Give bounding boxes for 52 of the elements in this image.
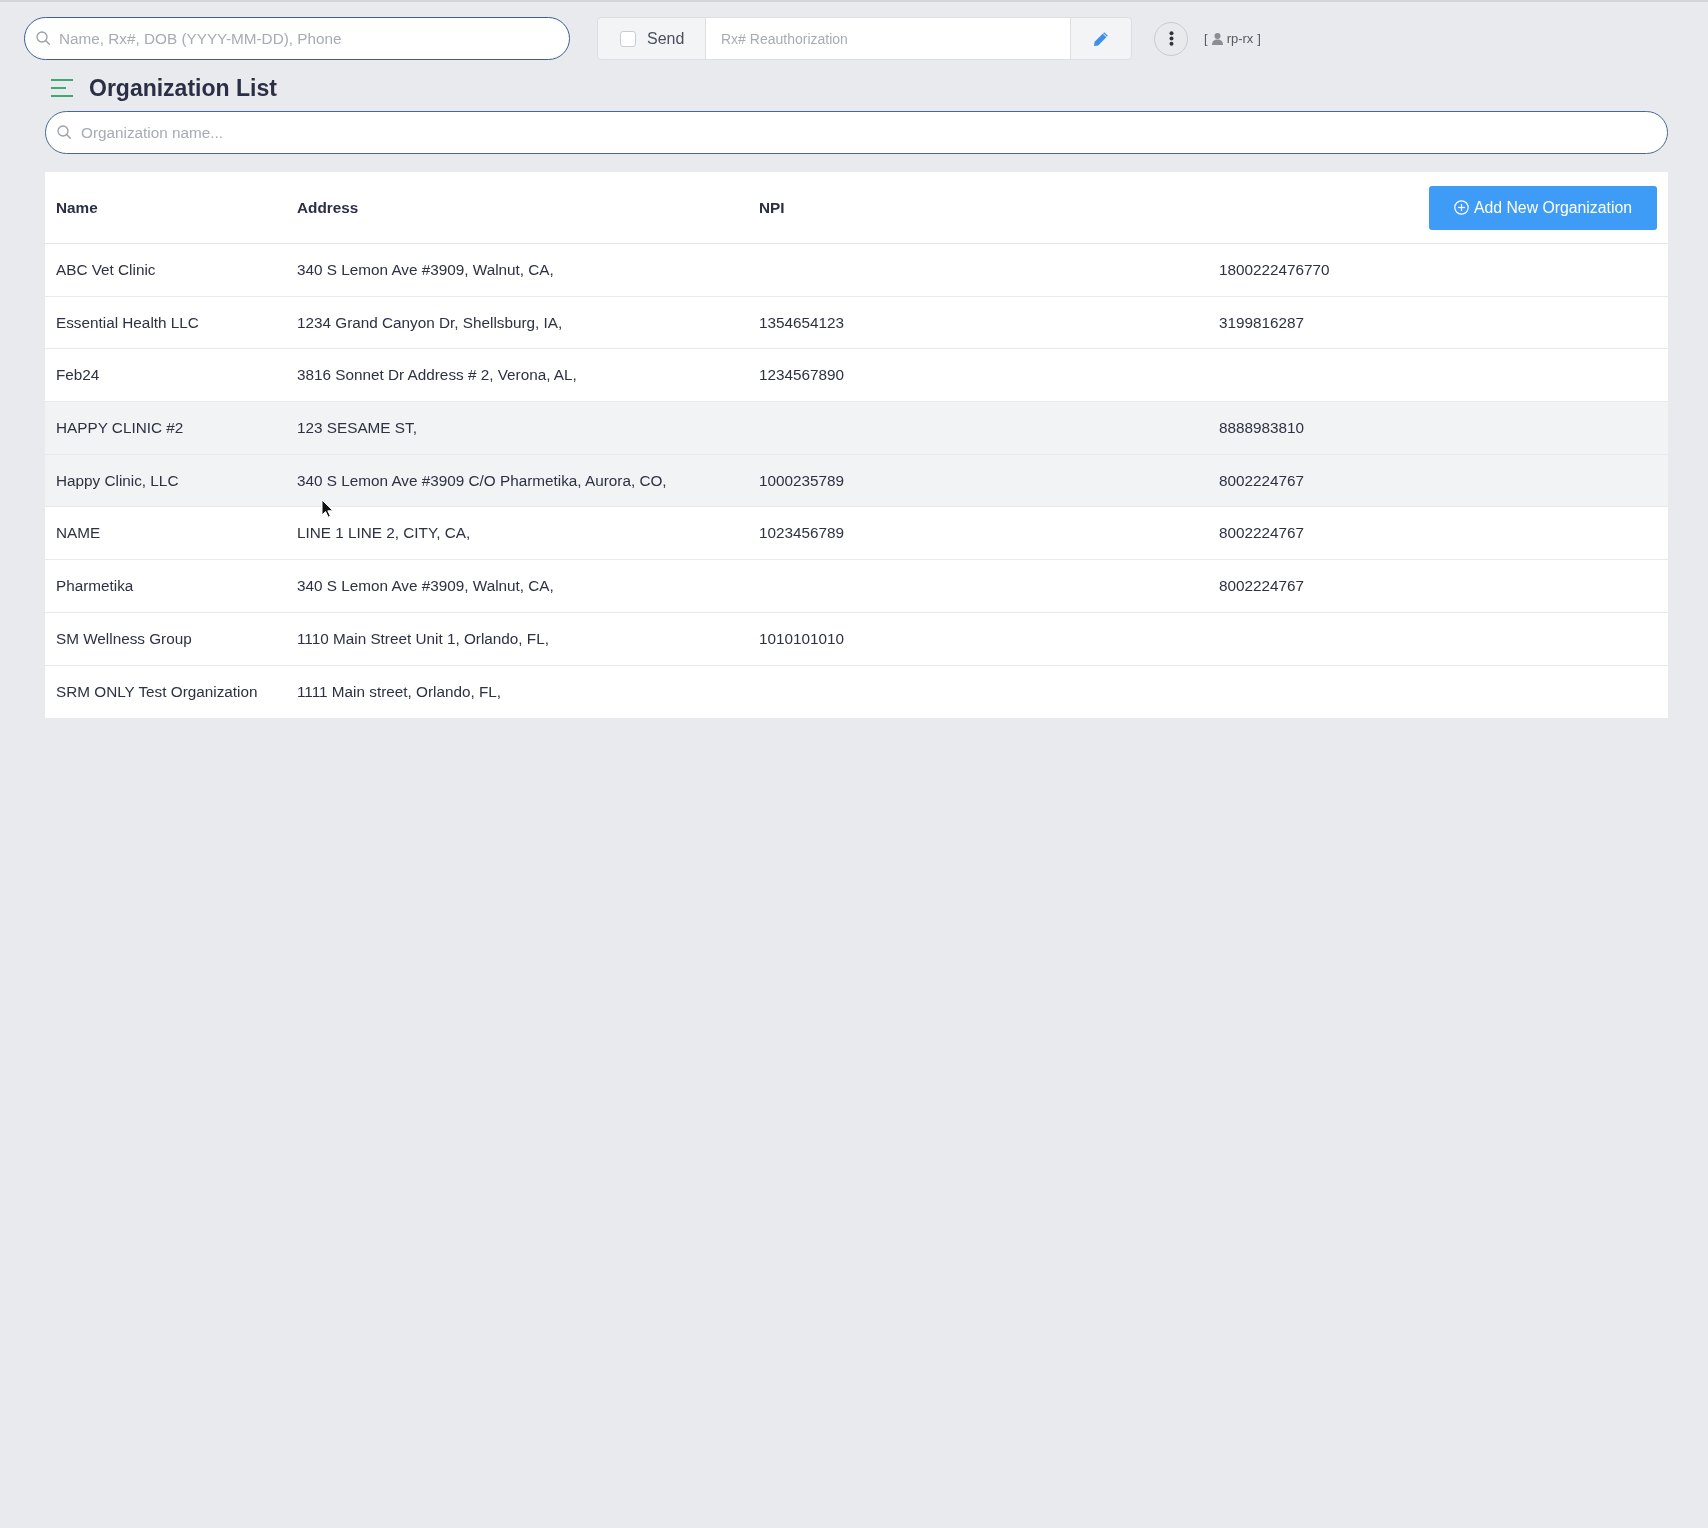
- column-header: NPI: [758, 198, 785, 217]
- username: rp-rx: [1226, 31, 1254, 46]
- search-icon: [57, 125, 71, 139]
- table-cell-text: 3199816287: [1218, 313, 1305, 332]
- pencil-icon: [1093, 30, 1109, 47]
- table-cell-text: 1800222476770: [1218, 260, 1330, 279]
- table-cell-text: 1234567890: [758, 366, 845, 385]
- table-cell-text: HAPPY CLINIC #2: [55, 418, 184, 437]
- table-cell-text: LINE 1 LINE 2, CITY, CA,: [296, 524, 471, 543]
- search-field[interactable]: Organization name...: [45, 111, 1668, 154]
- table-cell-text: Happy Clinic, LLC: [55, 471, 179, 490]
- search-icon: [36, 31, 50, 45]
- table-cell-text: 1110 Main Street Unit 1, Orlando, FL,: [296, 629, 549, 648]
- table-cell-text: NAME: [55, 524, 101, 543]
- edit-button[interactable]: [1070, 17, 1132, 60]
- menu-icon[interactable]: [51, 79, 73, 97]
- table-cell-text: Essential Health LLC: [55, 313, 199, 332]
- table-cell-text: ABC Vet Clinic: [55, 260, 156, 279]
- table-cell-text: 123 SESAME ST,: [296, 418, 417, 437]
- table-cell-text: 340 S Lemon Ave #3909, Walnut, CA,: [296, 260, 554, 279]
- table-cell-text: 1000235789: [758, 471, 845, 490]
- plus-circle-icon: [1453, 200, 1469, 215]
- table-cell-text: 1010101010: [758, 629, 845, 648]
- table-cell-text: 1234 Grand Canyon Dr, Shellsburg, IA,: [296, 313, 563, 332]
- table-cell-text: SM Wellness Group: [55, 629, 192, 648]
- person-icon: [1211, 32, 1223, 45]
- page-title: Organization List: [89, 74, 277, 102]
- table-row[interactable]: Happy Clinic, LLC 340 S Lemon Ave #3909 C/O Pharmetika, Aurora, CO, 1000235789 8002224767: [45, 454, 1668, 508]
- table-cell-text: 1023456789: [758, 524, 845, 543]
- table-cell-text: 8002224767: [1218, 524, 1305, 543]
- table-cell-text: 8002224767: [1218, 576, 1305, 595]
- table-cell-text: 8888983810: [1218, 418, 1305, 437]
- bracket-text: [: [1204, 31, 1208, 46]
- bracket-text: ]: [1257, 31, 1261, 46]
- table-cell-text: 3816 Sonnet Dr Address # 2, Verona, AL,: [296, 366, 577, 385]
- table-cell-text: 8002224767: [1218, 471, 1305, 490]
- vertical-dots-icon: [1168, 31, 1174, 46]
- table-cell-text: Feb24: [55, 366, 100, 385]
- table-row[interactable]: HAPPY CLINIC #2 123 SESAME ST, 8888983810: [45, 402, 1668, 455]
- table-cell-text: 1111 Main street, Orlando, FL,: [296, 682, 502, 701]
- column-header: Address: [296, 198, 359, 217]
- send-label[interactable]: Send: [647, 29, 685, 48]
- checkbox[interactable]: [620, 30, 636, 47]
- column-header: Name: [55, 198, 98, 217]
- table-cell-text: Pharmetika: [55, 576, 134, 595]
- table-cell-text: 340 S Lemon Ave #3909, Walnut, CA,: [296, 576, 554, 595]
- table-cell-text: SRM ONLY Test Organization: [55, 682, 258, 701]
- reauthorization-field[interactable]: Rx# Reauthorization: [706, 17, 1070, 60]
- search-field[interactable]: Name, Rx#, DOB (YYYY-MM-DD), Phone: [24, 17, 570, 60]
- table-cell-text: 1354654123: [758, 313, 845, 332]
- mouse-cursor-icon: [321, 499, 333, 518]
- table-cell-text: 340 S Lemon Ave #3909 C/O Pharmetika, Aurora, CO,: [296, 471, 667, 490]
